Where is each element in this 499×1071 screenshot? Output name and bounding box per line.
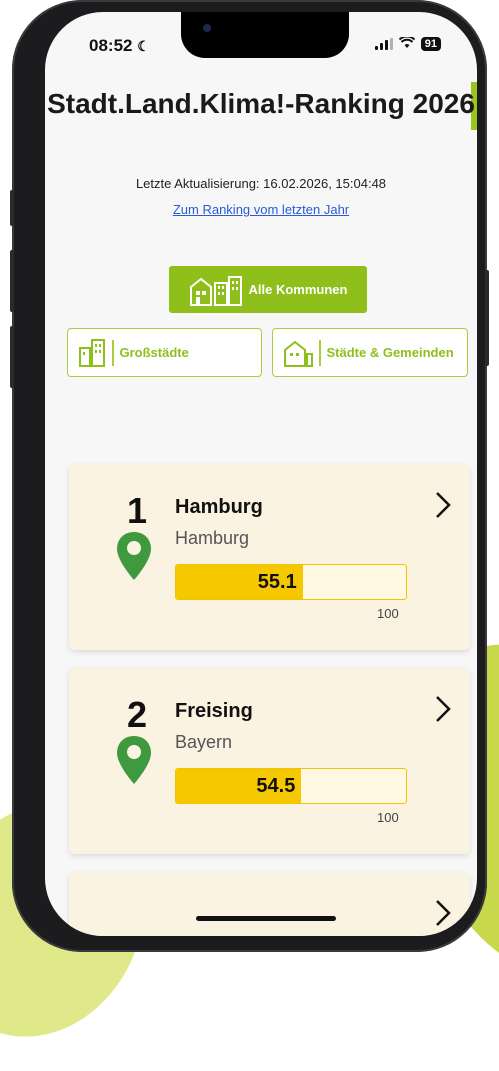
home-indicator[interactable] xyxy=(196,916,336,921)
power-button xyxy=(485,270,489,366)
chevron-right-icon[interactable] xyxy=(434,898,452,936)
large-cities-label: Großstädte xyxy=(119,345,189,360)
score-max: 100 xyxy=(377,810,399,825)
divider xyxy=(319,339,321,366)
towns-label: Städte & Gemeinden xyxy=(326,345,454,360)
chevron-right-icon[interactable] xyxy=(434,694,452,732)
camera-icon xyxy=(203,24,211,32)
large-cities-button[interactable]: Großstädte xyxy=(67,328,262,377)
towns-button[interactable]: Städte & Gemeinden xyxy=(272,328,468,377)
score-value: 54.5 xyxy=(256,774,296,797)
mute-switch xyxy=(10,190,14,226)
house-icon xyxy=(283,338,313,368)
last-year-link[interactable]: Zum Ranking vom letzten Jahr xyxy=(45,202,477,217)
dynamic-island xyxy=(181,12,349,58)
score-value: 55.1 xyxy=(257,570,297,593)
signal-icon xyxy=(374,38,393,50)
volume-up-button xyxy=(10,250,14,312)
city-name: Hamburg xyxy=(175,496,263,518)
ranking-card[interactable] xyxy=(69,872,470,936)
wifi-icon xyxy=(398,35,415,52)
chevron-right-icon[interactable] xyxy=(434,490,452,528)
status-indicators: 91 xyxy=(374,35,441,52)
volume-down-button xyxy=(10,326,14,388)
page-title: Stadt.Land.Klima!-Ranking 2026 xyxy=(47,88,475,119)
state-name: Bayern xyxy=(175,732,233,752)
score-bar: 54.5 xyxy=(175,768,407,804)
location-pin-icon xyxy=(115,530,153,587)
ranking-card[interactable]: 1 Hamburg Hamburg 55.1 100 xyxy=(69,464,470,650)
score-max: 100 xyxy=(377,606,399,621)
battery-icon: 91 xyxy=(420,37,441,51)
moon-icon: ☾ xyxy=(137,38,150,54)
phone-screen: 08:52 ☾ 91 Stadt.Land.Klima!-Ranking 202… xyxy=(45,12,477,936)
last-updated-text: Letzte Aktualisierung: 16.02.2026, 15:04… xyxy=(135,176,387,191)
location-pin-icon xyxy=(115,734,153,791)
city-icon xyxy=(189,273,243,307)
rank-number: 2 xyxy=(127,694,148,735)
city-name: Freising xyxy=(175,700,253,722)
rank-number: 1 xyxy=(127,490,148,531)
ranking-card[interactable]: 2 Freising Bayern 54.5 100 xyxy=(69,668,470,854)
divider xyxy=(112,339,114,366)
state-name: Hamburg xyxy=(175,528,250,548)
buildings-icon xyxy=(78,338,106,368)
all-communes-button[interactable]: Alle Kommunen xyxy=(169,266,367,313)
all-communes-label: Alle Kommunen xyxy=(248,282,348,297)
score-bar: 55.1 xyxy=(175,564,407,600)
status-time: 08:52 ☾ xyxy=(89,36,150,55)
phone-frame: 08:52 ☾ 91 Stadt.Land.Klima!-Ranking 202… xyxy=(10,0,489,952)
